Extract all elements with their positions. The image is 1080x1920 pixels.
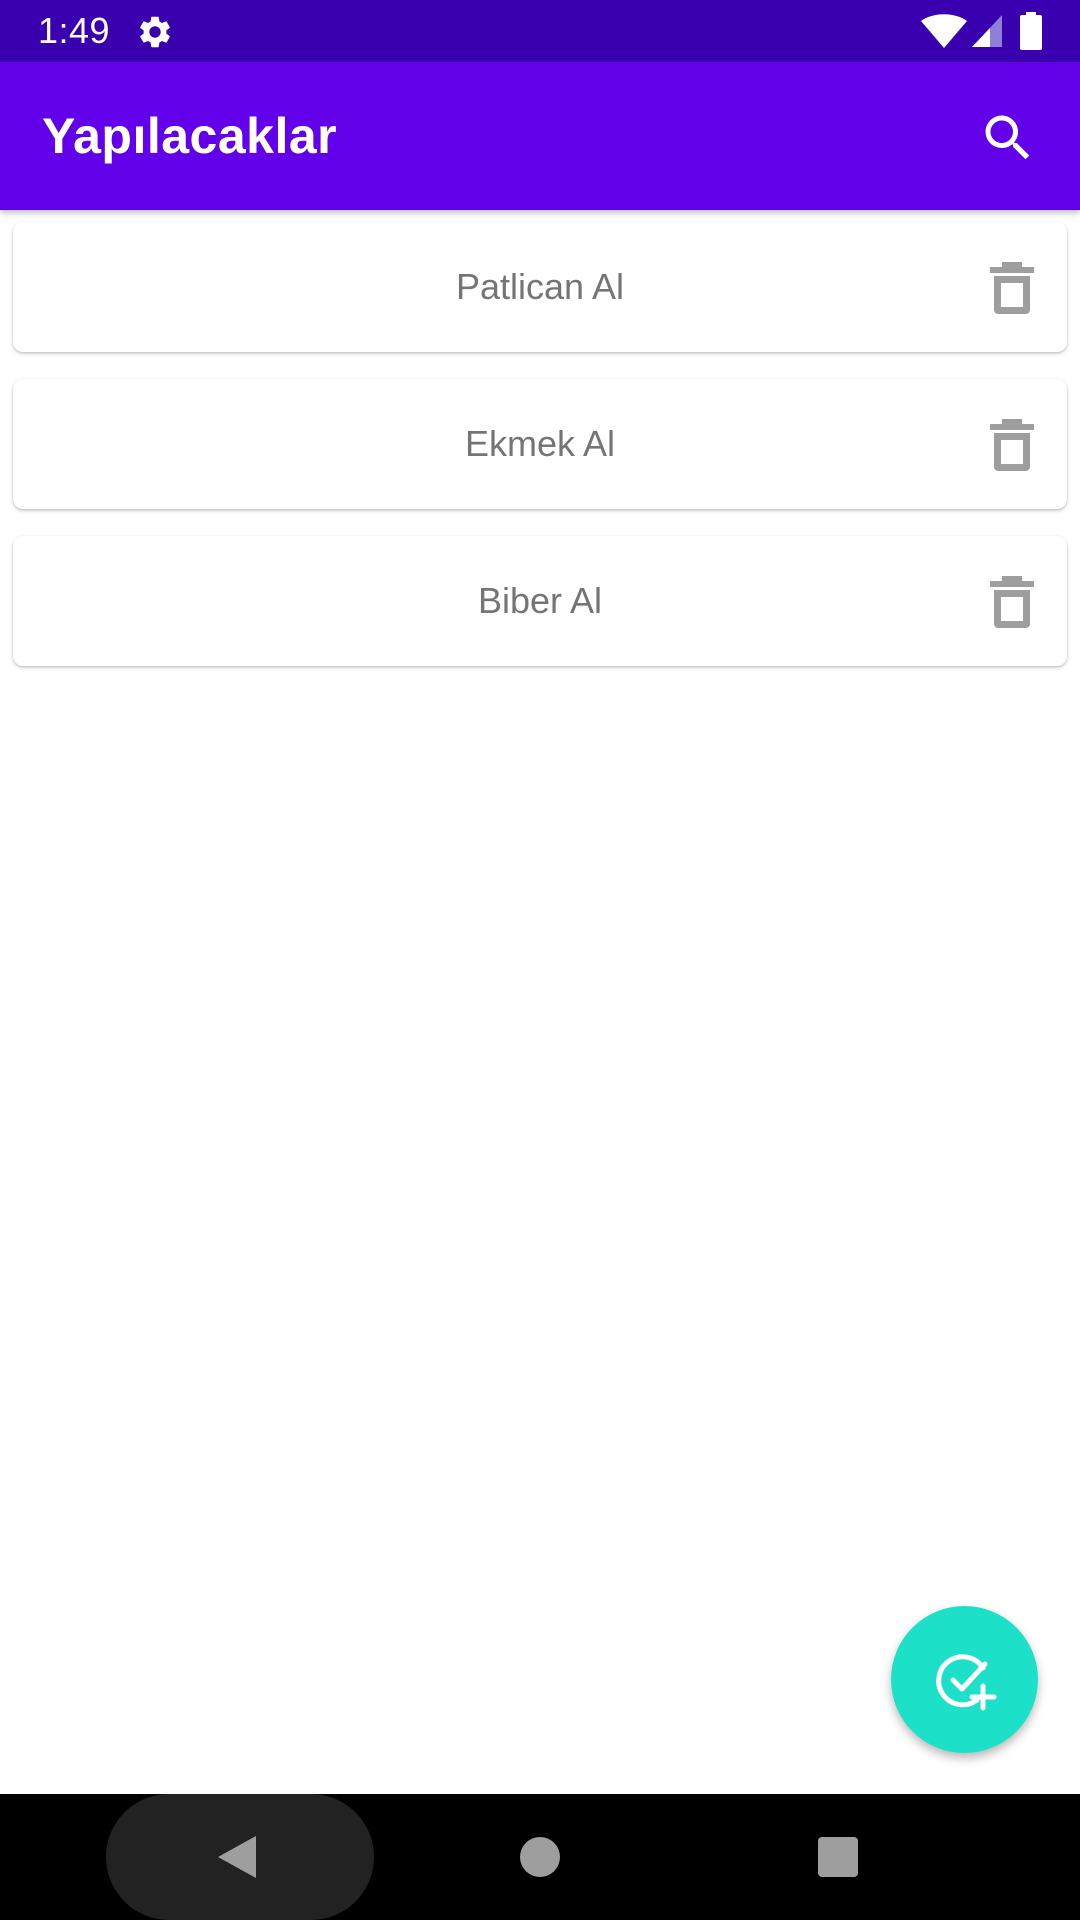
recents-icon[interactable] (818, 1837, 858, 1877)
back-icon[interactable] (216, 1834, 258, 1880)
navigation-bar (0, 1794, 1080, 1920)
battery-icon (1020, 12, 1042, 50)
todo-label: Patlican Al (455, 266, 625, 307)
list-item[interactable]: Ekmek Al (13, 379, 1067, 509)
app-bar: Yapılacaklar (0, 62, 1080, 210)
todo-label: Ekmek Al (464, 423, 616, 464)
wifi-icon (921, 14, 967, 48)
status-bar: 1:49 (0, 0, 1080, 62)
trash-icon[interactable] (988, 262, 1036, 314)
todo-label: Biber Al (477, 580, 603, 621)
gear-icon (140, 16, 170, 48)
status-time: 1:49 (38, 10, 111, 51)
trash-icon[interactable] (988, 419, 1036, 471)
list-item[interactable]: Patlican Al (13, 222, 1067, 352)
add-task-icon (936, 1654, 997, 1711)
page-title: Yapılacaklar (42, 108, 338, 164)
home-icon[interactable] (520, 1837, 560, 1877)
signal-icon (972, 15, 1002, 47)
add-task-button[interactable] (891, 1606, 1038, 1753)
search-icon[interactable] (978, 108, 1038, 168)
list-item[interactable]: Biber Al (13, 536, 1067, 666)
trash-icon[interactable] (988, 576, 1036, 628)
